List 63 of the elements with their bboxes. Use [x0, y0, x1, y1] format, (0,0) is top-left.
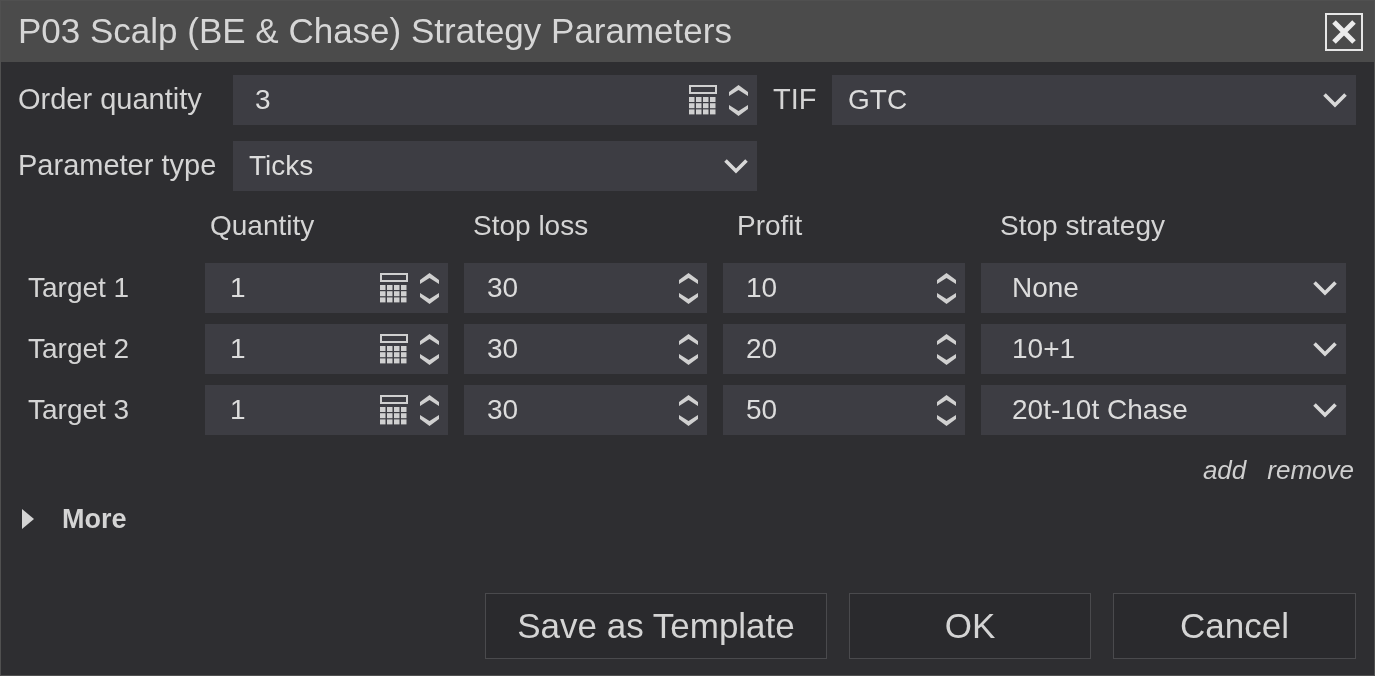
chevron-down-icon — [1323, 92, 1347, 108]
quantity-input[interactable]: 1 — [205, 324, 448, 374]
row-label: Target 2 — [28, 332, 130, 366]
more-toggle[interactable]: More — [18, 502, 127, 536]
calculator-icon[interactable] — [380, 334, 408, 364]
increment-arrow-icon[interactable] — [679, 333, 698, 345]
decrement-arrow-icon[interactable] — [420, 414, 439, 426]
increment-arrow-icon[interactable] — [679, 272, 698, 284]
number-input[interactable]: 10 — [723, 263, 965, 313]
decrement-arrow-icon[interactable] — [937, 353, 956, 365]
decrement-arrow-icon[interactable] — [679, 353, 698, 365]
field-label: TIF — [773, 82, 818, 118]
decrement-arrow-icon[interactable] — [420, 292, 439, 304]
chevron-down-icon — [1313, 341, 1337, 357]
chevron-down-icon — [724, 158, 748, 174]
window-title: P03 Scalp (BE & Chase) Strategy Parameters — [18, 10, 732, 53]
column-header: Profit — [736, 209, 803, 243]
decrement-arrow-icon[interactable] — [937, 292, 956, 304]
number-input[interactable]: 20 — [723, 324, 965, 374]
decrement-arrow-icon[interactable] — [937, 414, 956, 426]
increment-arrow-icon[interactable] — [420, 333, 439, 345]
field-label: Parameter type — [18, 148, 218, 184]
field-label: Order quantity — [18, 82, 203, 118]
column-header: Quantity — [209, 209, 315, 243]
calculator-icon[interactable] — [380, 273, 408, 303]
quantity-input[interactable]: 1 — [205, 263, 448, 313]
increment-arrow-icon[interactable] — [937, 272, 956, 284]
tif-dropdown[interactable]: GTC — [832, 75, 1356, 125]
remove-link[interactable]: remove — [1267, 451, 1354, 490]
increment-arrow-icon[interactable] — [937, 333, 956, 345]
column-header: Stop loss — [472, 209, 589, 243]
order-quantity-input[interactable]: 3 — [233, 75, 757, 125]
quantity-input[interactable]: 1 — [205, 385, 448, 435]
parameter-type-dropdown[interactable]: Ticks — [233, 141, 757, 191]
decrement-arrow-icon[interactable] — [729, 104, 748, 116]
dropdown[interactable]: None — [981, 263, 1346, 313]
dropdown[interactable]: 10+1 — [981, 324, 1346, 374]
close-icon — [1332, 19, 1356, 44]
chevron-down-icon — [1313, 280, 1337, 296]
add-link[interactable]: add — [1202, 451, 1247, 490]
increment-arrow-icon[interactable] — [679, 394, 698, 406]
close-button[interactable] — [1325, 12, 1363, 51]
cancel-button[interactable]: Cancel — [1113, 593, 1356, 659]
calculator-icon[interactable] — [689, 85, 717, 115]
number-input[interactable]: 30 — [464, 385, 707, 435]
column-header: Stop strategy — [999, 209, 1165, 243]
increment-arrow-icon[interactable] — [937, 394, 956, 406]
increment-arrow-icon[interactable] — [420, 394, 439, 406]
increment-arrow-icon[interactable] — [729, 84, 748, 96]
decrement-arrow-icon[interactable] — [420, 353, 439, 365]
row-label: Target 1 — [28, 271, 130, 305]
decrement-arrow-icon[interactable] — [679, 292, 698, 304]
save-as-template-button[interactable]: Save as Template — [485, 593, 827, 659]
chevron-down-icon — [1313, 402, 1337, 418]
number-input[interactable]: 30 — [464, 324, 707, 374]
number-input[interactable]: 50 — [723, 385, 965, 435]
increment-arrow-icon[interactable] — [420, 272, 439, 284]
dropdown[interactable]: 20t-10t Chase — [981, 385, 1346, 435]
ok-button[interactable]: OK — [849, 593, 1091, 659]
decrement-arrow-icon[interactable] — [679, 414, 698, 426]
calculator-icon[interactable] — [380, 395, 408, 425]
number-input[interactable]: 30 — [464, 263, 707, 313]
row-label: Target 3 — [28, 393, 130, 427]
